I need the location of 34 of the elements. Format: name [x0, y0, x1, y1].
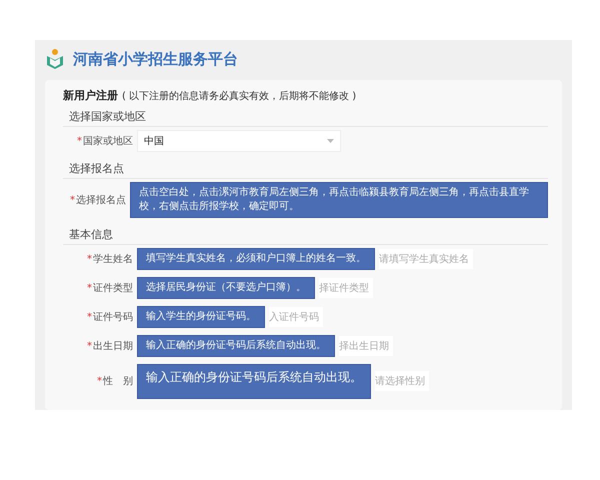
- callout-note: 输入正确的身份证号码后系统自动出现。: [137, 335, 335, 357]
- callout-note: 输入正确的身份证号码后系统自动出现。: [137, 364, 371, 399]
- callout-note: 点击空白处，点击漯河市教育局左侧三角，再点击临颍县教育局左侧三角，再点击县直学校，右侧点击所报学校，确定即可。: [130, 182, 548, 218]
- text-input[interactable]: 择证件类型: [319, 278, 373, 298]
- field-label: 学生姓名: [93, 252, 133, 266]
- text-input[interactable]: 请填写学生真实姓名: [379, 249, 473, 269]
- required-mark: *: [77, 136, 82, 146]
- caret-icon: [327, 139, 334, 143]
- required-mark: *: [87, 282, 92, 294]
- field-label: 国家或地区: [83, 134, 133, 148]
- form-title: 新用户注册: [63, 88, 118, 103]
- section-heading: 选择报名点: [63, 159, 548, 179]
- field-label: 证件类型: [93, 282, 133, 295]
- required-mark: *: [87, 254, 92, 264]
- field-label: 选择报名点: [76, 194, 126, 207]
- book-logo-icon: [45, 48, 65, 70]
- callout-note: 输入学生的身份证号码。: [137, 306, 265, 328]
- required-mark: *: [87, 312, 92, 322]
- field-label: 证件号码: [93, 311, 133, 324]
- site-title: 河南省小学招生服务平台: [73, 50, 238, 68]
- text-input[interactable]: 请选择性别: [375, 371, 429, 392]
- field-label: 出生日期: [93, 340, 133, 353]
- text-input[interactable]: 择出生日期: [339, 336, 393, 356]
- required-mark: *: [97, 376, 102, 387]
- section-heading: 选择国家或地区: [63, 107, 548, 127]
- required-mark: *: [87, 340, 92, 352]
- callout-note: 选择居民身份证（不要选户口簿）。: [137, 277, 315, 299]
- callout-note: 填写学生真实姓名，必须和户口簿上的姓名一致。: [137, 248, 375, 270]
- form-note: ( 以下注册的信息请务必真实有效，后期将不能修改 ): [122, 90, 356, 103]
- required-mark: *: [70, 194, 75, 206]
- field-label: 性 别: [103, 374, 133, 388]
- section-heading: 基本信息: [63, 225, 548, 245]
- country-select[interactable]: 中国: [137, 130, 341, 152]
- text-input[interactable]: 入证件号码: [269, 307, 323, 327]
